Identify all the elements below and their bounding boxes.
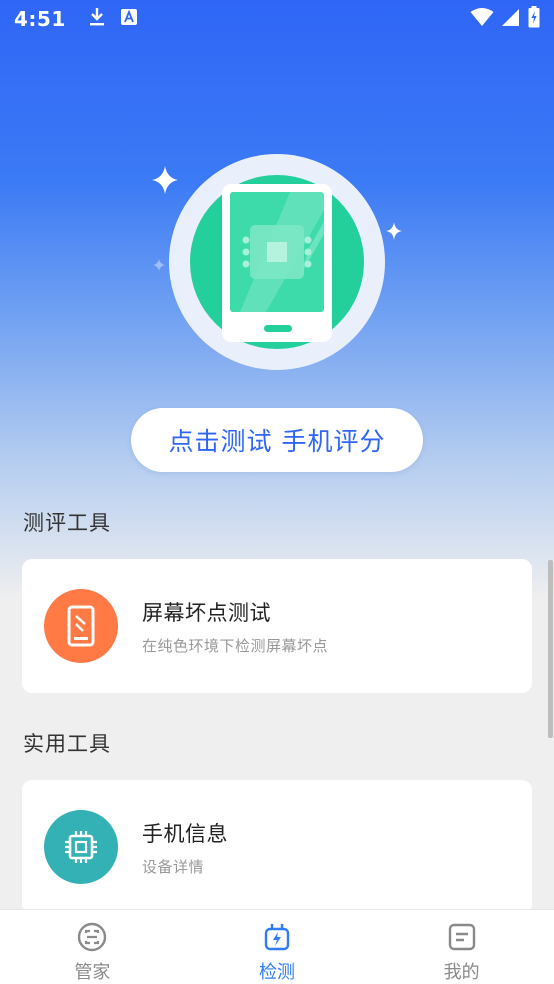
battery-charging-icon [528, 6, 540, 32]
bottom-nav: 管家 检测 我的 [0, 909, 554, 984]
butler-icon [77, 922, 107, 956]
wifi-icon [470, 7, 494, 31]
nav-label: 检测 [259, 962, 295, 983]
status-time: 4:51 [14, 7, 66, 31]
scrollbar[interactable] [548, 560, 553, 738]
detect-plug-icon [262, 922, 292, 956]
card-screen-dead-pixel-test[interactable]: 屏幕坏点测试 在纯色环境下检测屏幕坏点 [22, 559, 532, 693]
card-title: 手机信息 [142, 821, 228, 846]
status-bar: 4:51 [0, 0, 554, 38]
signal-icon [502, 7, 520, 31]
keyboard-a-icon [120, 8, 138, 30]
card-description: 设备详情 [142, 857, 205, 876]
nav-label: 管家 [74, 962, 111, 983]
section-title-evaluation-tools: 测评工具 [23, 511, 111, 535]
profile-doc-icon [447, 922, 477, 956]
section-title-utility-tools: 实用工具 [23, 732, 111, 756]
chip-icon [44, 810, 118, 884]
test-score-button[interactable]: 点击测试 手机评分 [131, 408, 423, 472]
card-title: 屏幕坏点测试 [142, 600, 271, 625]
download-icon [88, 7, 106, 31]
nav-label: 我的 [443, 962, 480, 983]
test-score-button-label: 点击测试 手机评分 [168, 427, 386, 456]
phone-chip-icon [140, 150, 410, 380]
screen-test-icon [44, 589, 118, 663]
nav-item-detect[interactable]: 检测 [185, 910, 370, 984]
card-phone-info[interactable]: 手机信息 设备详情 [22, 780, 532, 914]
card-description: 在纯色环境下检测屏幕坏点 [142, 636, 329, 655]
nav-item-mine[interactable]: 我的 [369, 910, 554, 984]
nav-item-butler[interactable]: 管家 [0, 910, 185, 984]
